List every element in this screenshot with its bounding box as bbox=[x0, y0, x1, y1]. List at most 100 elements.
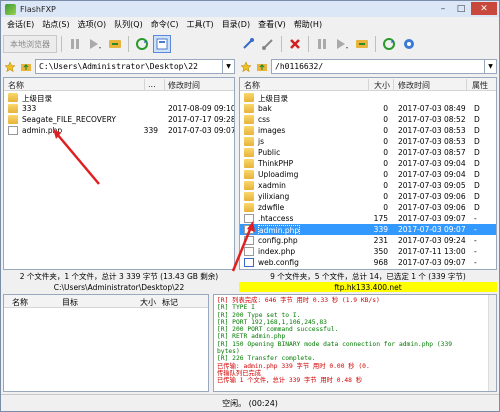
table-row[interactable]: admin.php 339 2017-07-03 09:07 bbox=[4, 125, 234, 136]
queue-column-mark[interactable]: 标记 bbox=[162, 297, 178, 308]
menu-session[interactable]: 会话(E) bbox=[3, 19, 38, 30]
menu-help[interactable]: 帮助(H) bbox=[290, 19, 326, 30]
refresh-icon[interactable] bbox=[353, 35, 371, 53]
log-line: [R] TYPE I bbox=[217, 304, 255, 312]
table-row[interactable]: index.php 350 2017-07-11 13:00- bbox=[240, 246, 496, 257]
star-icon[interactable] bbox=[3, 60, 17, 74]
file-size: 0 bbox=[383, 203, 388, 212]
file-attr: D bbox=[474, 159, 480, 168]
column-size[interactable]: 大小 bbox=[374, 80, 390, 91]
remote-path-input[interactable] bbox=[271, 59, 485, 74]
remote-file-list[interactable]: 名称 大小 修改时间 属性 上级目录 bak 0 2017-07-03 08:49 Dc… bbox=[239, 77, 497, 270]
table-row-selected[interactable]: admin.php 339 2017-07-03 09:07- bbox=[240, 224, 496, 236]
log-line: [R] 226 Transfer complete. bbox=[217, 355, 316, 363]
file-date: 2017-07-03 09:06 bbox=[398, 192, 466, 201]
sync-icon[interactable] bbox=[380, 35, 398, 53]
toolbar-separator bbox=[61, 36, 62, 52]
menu-commands[interactable]: 命令(C) bbox=[147, 19, 183, 30]
quick-connect-icon[interactable] bbox=[259, 35, 277, 53]
table-row[interactable]: zdwfile 0 2017-07-03 09:06 D bbox=[240, 202, 496, 213]
close-button[interactable]: ✕ bbox=[471, 2, 497, 15]
pause-icon[interactable] bbox=[66, 35, 84, 53]
table-row[interactable]: .htaccess 175 2017-07-03 09:07- bbox=[240, 213, 496, 224]
file-name: yilixiang bbox=[258, 192, 290, 201]
menu-sites[interactable]: 站点(S) bbox=[38, 19, 73, 30]
menu-queue[interactable]: 队列(Q) bbox=[110, 19, 147, 30]
table-row[interactable]: css 0 2017-07-03 08:52 D bbox=[240, 114, 496, 125]
file-size: 0 bbox=[383, 148, 388, 157]
file-attr: - bbox=[474, 236, 477, 245]
log-line: [R] RETR admin.php bbox=[217, 333, 286, 341]
file-name: config.php bbox=[258, 236, 298, 245]
file-date: 2017-07-03 09:07 bbox=[398, 258, 466, 267]
log-line: bytes) bbox=[217, 348, 240, 356]
transfer-queue[interactable]: 名称 目标 大小 标记 bbox=[3, 294, 209, 392]
local-path-dropdown[interactable]: ▼ bbox=[223, 59, 235, 74]
menu-tools[interactable]: 工具(T) bbox=[183, 19, 218, 30]
queue-column-name[interactable]: 名称 bbox=[12, 297, 28, 308]
column-date[interactable]: 修改时间 bbox=[168, 80, 200, 91]
remote-path-dropdown[interactable]: ▼ bbox=[485, 59, 497, 74]
menu-directory[interactable]: 目录(D) bbox=[218, 19, 254, 30]
file-attr: D bbox=[474, 148, 480, 157]
table-row[interactable]: ThinkPHP 0 2017-07-03 09:04 D bbox=[240, 158, 496, 169]
table-row[interactable]: Uploadimg 0 2017-07-03 09:04 D bbox=[240, 169, 496, 180]
refresh-icon[interactable] bbox=[106, 35, 124, 53]
table-row[interactable]: 上级目录 bbox=[4, 92, 234, 103]
table-row[interactable]: 上级目录 bbox=[240, 92, 496, 103]
connect-icon[interactable] bbox=[239, 35, 257, 53]
queue-column-size[interactable]: 大小 bbox=[140, 297, 156, 308]
menu-view[interactable]: 查看(V) bbox=[254, 19, 290, 30]
minimize-button[interactable]: – bbox=[435, 2, 451, 15]
table-row[interactable]: config.php 231 2017-07-03 09:24- bbox=[240, 235, 496, 246]
log-line: 已传输 1 个文件，总计 339 字节 用时 0.48 秒 bbox=[217, 377, 363, 385]
maximize-button[interactable]: □ bbox=[453, 2, 469, 15]
file-icon bbox=[244, 247, 254, 256]
column-attr[interactable]: 属性 bbox=[472, 80, 488, 91]
local-file-list[interactable]: 名称 ... 修改时间 上级目录 333 2017-08-09 09:10 Seaga… bbox=[3, 77, 235, 270]
site-manager-icon[interactable] bbox=[400, 35, 418, 53]
log-scrollbar[interactable] bbox=[488, 295, 496, 391]
table-row[interactable]: xadmin 0 2017-07-03 09:05 D bbox=[240, 180, 496, 191]
folder-icon bbox=[244, 170, 254, 179]
star-icon[interactable] bbox=[239, 60, 253, 74]
file-name: Uploadimg bbox=[258, 170, 299, 179]
session-log[interactable]: [R] 列表完成: 646 字节 用时 0.33 秒 (1.9 KB/s) [R]… bbox=[213, 294, 497, 392]
file-name: bak bbox=[258, 104, 272, 113]
transfer-icon[interactable] bbox=[333, 35, 351, 53]
file-size: 0 bbox=[383, 159, 388, 168]
transfer-icon[interactable] bbox=[86, 35, 104, 53]
table-row[interactable]: images 0 2017-07-03 08:53 D bbox=[240, 125, 496, 136]
local-path-input[interactable] bbox=[35, 59, 223, 74]
file-date: 2017-07-03 09:24 bbox=[398, 236, 466, 245]
column-name[interactable]: 名称 bbox=[8, 80, 24, 91]
file-name: web.config bbox=[258, 258, 299, 267]
file-date: 2017-07-03 09:07 bbox=[398, 225, 466, 234]
view-toggle-icon[interactable] bbox=[153, 35, 171, 53]
pause-icon[interactable] bbox=[313, 35, 331, 53]
local-browser-button[interactable]: 本地浏览器 bbox=[3, 35, 57, 53]
folder-icon bbox=[244, 181, 254, 190]
file-name: images bbox=[258, 126, 286, 135]
menu-options[interactable]: 选项(O) bbox=[74, 19, 111, 30]
column-name[interactable]: 名称 bbox=[244, 80, 260, 91]
folder-icon bbox=[244, 203, 254, 212]
table-row[interactable]: js 0 2017-07-03 08:53 D bbox=[240, 136, 496, 147]
file-name: 333 bbox=[22, 104, 37, 113]
local-toolbar: 本地浏览器 bbox=[3, 32, 235, 56]
table-row[interactable]: web.config 968 2017-07-03 09:07- bbox=[240, 257, 496, 268]
table-row[interactable]: Seagate_FILE_RECOVERY 2017-07-17 09:28 bbox=[4, 114, 234, 125]
disconnect-icon[interactable] bbox=[286, 35, 304, 53]
up-folder-icon[interactable] bbox=[255, 60, 269, 74]
folder-icon bbox=[244, 192, 254, 201]
table-row[interactable]: bak 0 2017-07-03 08:49 D bbox=[240, 103, 496, 114]
menu-bar: 会话(E) 站点(S) 选项(O) 队列(Q) 命令(C) 工具(T) 目录(D… bbox=[1, 17, 499, 31]
column-date[interactable]: 修改时间 bbox=[398, 80, 430, 91]
table-row[interactable]: 333 2017-08-09 09:10 bbox=[4, 103, 234, 114]
table-row[interactable]: Public 0 2017-07-03 08:57 D bbox=[240, 147, 496, 158]
sync-icon[interactable] bbox=[133, 35, 151, 53]
queue-column-target[interactable]: 目标 bbox=[62, 297, 78, 308]
up-folder-icon[interactable] bbox=[19, 60, 33, 74]
table-row[interactable]: yilixiang 0 2017-07-03 09:06 D bbox=[240, 191, 496, 202]
column-size[interactable]: ... bbox=[148, 80, 156, 89]
